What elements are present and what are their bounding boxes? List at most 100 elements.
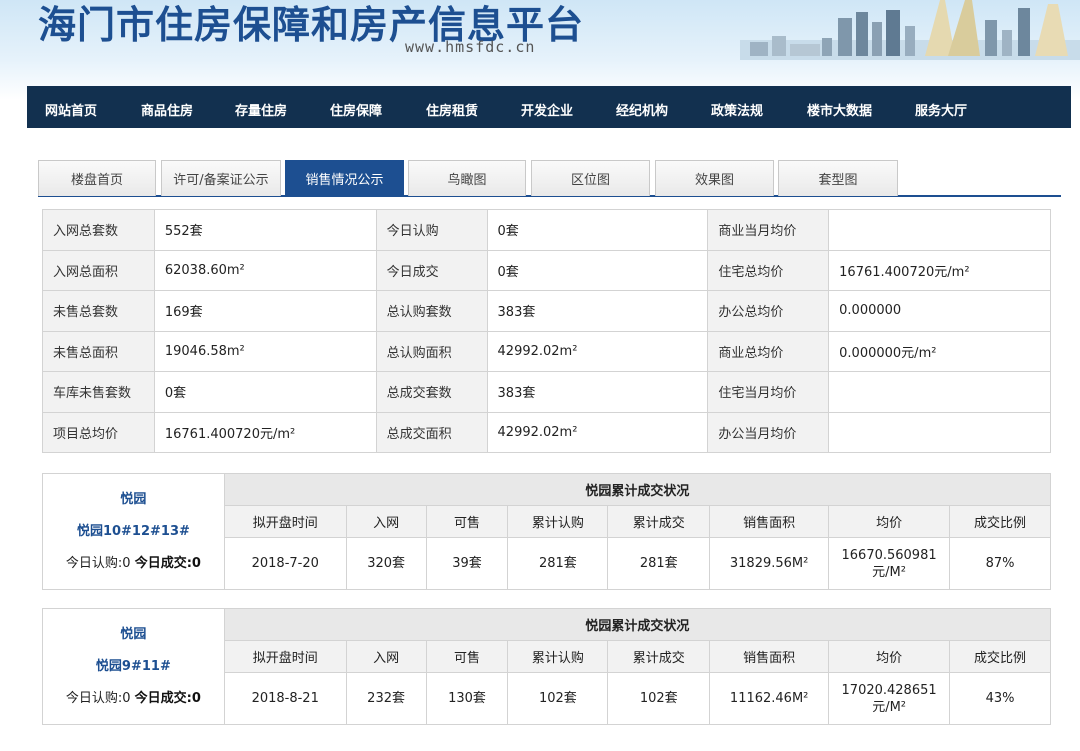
summary-key: 总成交套数 xyxy=(375,371,488,413)
project-name-link[interactable]: 悦园 xyxy=(43,619,224,651)
nav-market-data[interactable]: 楼市大数据 xyxy=(807,100,872,119)
summary-value: 0.000000 xyxy=(828,290,1051,332)
project-table-title: 悦园累计成交状况 xyxy=(223,608,1052,641)
column-header: 累计认购 xyxy=(507,505,609,538)
tab-renderings[interactable]: 效果图 xyxy=(655,160,774,196)
table-row: 未售总套数 169套 总认购套数 383套 办公总均价 0.000000 xyxy=(42,290,1051,332)
column-header: 均价 xyxy=(828,640,951,673)
project-today-stats: 今日认购:0 今日成交:0 xyxy=(43,683,224,715)
cell-value: 31829.56M² xyxy=(709,537,830,590)
cell-value: 39套 xyxy=(425,537,509,590)
summary-key: 住宅当月均价 xyxy=(707,371,830,413)
site-header: 海门市住房保障和房产信息平台 www.hmsfdc.cn xyxy=(0,0,1080,86)
column-header: 入网 xyxy=(345,505,427,538)
cell-value: 130套 xyxy=(425,672,509,725)
cell-value: 232套 xyxy=(345,672,427,725)
summary-key: 办公当月均价 xyxy=(707,411,830,453)
column-header: 销售面积 xyxy=(709,505,830,538)
sales-summary-table: 入网总套数 552套 今日认购 0套 商业当月均价 入网总面积 62038.60… xyxy=(42,209,1051,453)
nav-new-housing[interactable]: 商品住房 xyxy=(141,100,193,119)
tab-permits[interactable]: 许可/备案证公示 xyxy=(161,160,281,196)
table-row: 入网总套数 552套 今日认购 0套 商业当月均价 xyxy=(42,209,1051,251)
table-row: 车库未售套数 0套 总成交套数 383套 住宅当月均价 xyxy=(42,371,1051,413)
summary-key: 办公总均价 xyxy=(707,290,830,332)
table-row: 入网总面积 62038.60m² 今日成交 0套 住宅总均价 16761.400… xyxy=(42,249,1051,291)
column-header: 可售 xyxy=(425,505,509,538)
site-url: www.hmsfdc.cn xyxy=(405,38,536,56)
column-header: 可售 xyxy=(425,640,509,673)
today-subscription: 今日认购:0 xyxy=(65,690,131,706)
summary-value: 383套 xyxy=(486,371,709,413)
summary-value: 16761.400720元/m² xyxy=(828,249,1051,291)
project-buildings-link[interactable]: 悦园10#12#13# xyxy=(43,516,224,548)
cell-value: 87% xyxy=(949,537,1051,590)
summary-key: 商业当月均价 xyxy=(707,209,830,251)
column-header: 销售面积 xyxy=(709,640,830,673)
summary-value: 552套 xyxy=(153,209,377,251)
cell-value: 281套 xyxy=(507,537,609,590)
project-today-stats: 今日认购:0 今日成交:0 xyxy=(43,548,224,580)
summary-value: 383套 xyxy=(486,290,709,332)
cell-value: 102套 xyxy=(607,672,711,725)
summary-key: 入网总套数 xyxy=(42,209,155,251)
tab-project-home[interactable]: 楼盘首页 xyxy=(38,160,156,196)
summary-key: 今日认购 xyxy=(375,209,488,251)
project-buildings-link[interactable]: 悦园9#11# xyxy=(43,651,224,683)
column-header: 入网 xyxy=(345,640,427,673)
project-sales-table: 悦园 悦园10#12#13# 今日认购:0 今日成交:0 悦园累计成交状况 拟开… xyxy=(42,473,1052,590)
cell-value: 16670.560981元/M² xyxy=(828,537,951,590)
cell-value: 102套 xyxy=(507,672,609,725)
nav-housing-rental[interactable]: 住房租赁 xyxy=(426,100,478,119)
summary-value: 169套 xyxy=(153,290,377,332)
summary-value: 19046.58m² xyxy=(153,330,377,372)
summary-value xyxy=(828,371,1051,413)
nav-policies[interactable]: 政策法规 xyxy=(711,100,763,119)
nav-agencies[interactable]: 经纪机构 xyxy=(616,100,668,119)
today-subscription: 今日认购:0 xyxy=(65,555,131,571)
project-sales-table: 悦园 悦园9#11# 今日认购:0 今日成交:0 悦园累计成交状况 拟开盘时间 … xyxy=(42,608,1052,725)
column-header: 拟开盘时间 xyxy=(223,640,347,673)
summary-value: 0套 xyxy=(486,209,709,251)
summary-value xyxy=(828,411,1051,453)
tab-location-map[interactable]: 区位图 xyxy=(531,160,650,196)
summary-value: 16761.400720元/m² xyxy=(153,411,377,453)
nav-developers[interactable]: 开发企业 xyxy=(521,100,573,119)
today-deal: 今日成交:0 xyxy=(134,555,201,571)
project-tabs: 楼盘首页 许可/备案证公示 销售情况公示 鸟瞰图 区位图 效果图 套型图 xyxy=(38,160,1061,197)
summary-value: 62038.60m² xyxy=(153,249,377,291)
project-info: 悦园 悦园10#12#13# 今日认购:0 今日成交:0 xyxy=(42,473,225,590)
tab-floor-plans[interactable]: 套型图 xyxy=(778,160,898,196)
nav-existing-housing[interactable]: 存量住房 xyxy=(235,100,287,119)
summary-key: 未售总套数 xyxy=(42,290,155,332)
nav-service-hall[interactable]: 服务大厅 xyxy=(915,100,967,119)
project-table-title: 悦园累计成交状况 xyxy=(223,473,1052,506)
summary-key: 今日成交 xyxy=(375,249,488,291)
skyline-banner-image xyxy=(740,0,1080,60)
summary-key: 未售总面积 xyxy=(42,330,155,372)
today-deal: 今日成交:0 xyxy=(134,690,201,706)
summary-key: 车库未售套数 xyxy=(42,371,155,413)
tab-aerial-view[interactable]: 鸟瞰图 xyxy=(408,160,526,196)
cell-value: 281套 xyxy=(607,537,711,590)
cell-value: 17020.428651元/M² xyxy=(828,672,951,725)
summary-key: 住宅总均价 xyxy=(707,249,830,291)
cell-value: 320套 xyxy=(345,537,427,590)
tab-sales-status[interactable]: 销售情况公示 xyxy=(285,160,404,196)
cell-value: 43% xyxy=(949,672,1051,725)
summary-key: 总成交面积 xyxy=(375,411,488,453)
project-name-link[interactable]: 悦园 xyxy=(43,484,224,516)
summary-value: 0套 xyxy=(486,249,709,291)
nav-home[interactable]: 网站首页 xyxy=(45,100,97,119)
table-row: 未售总面积 19046.58m² 总认购面积 42992.02m² 商业总均价 … xyxy=(42,330,1051,372)
column-header: 均价 xyxy=(828,505,951,538)
column-header: 累计成交 xyxy=(607,505,711,538)
table-row: 项目总均价 16761.400720元/m² 总成交面积 42992.02m² … xyxy=(42,411,1051,453)
summary-key: 总认购套数 xyxy=(375,290,488,332)
column-header: 累计认购 xyxy=(507,640,609,673)
summary-value: 42992.02m² xyxy=(486,330,709,372)
summary-key: 项目总均价 xyxy=(42,411,155,453)
summary-key: 入网总面积 xyxy=(42,249,155,291)
column-header: 拟开盘时间 xyxy=(223,505,347,538)
cell-value: 2018-8-21 xyxy=(223,672,347,725)
nav-housing-security[interactable]: 住房保障 xyxy=(330,100,382,119)
